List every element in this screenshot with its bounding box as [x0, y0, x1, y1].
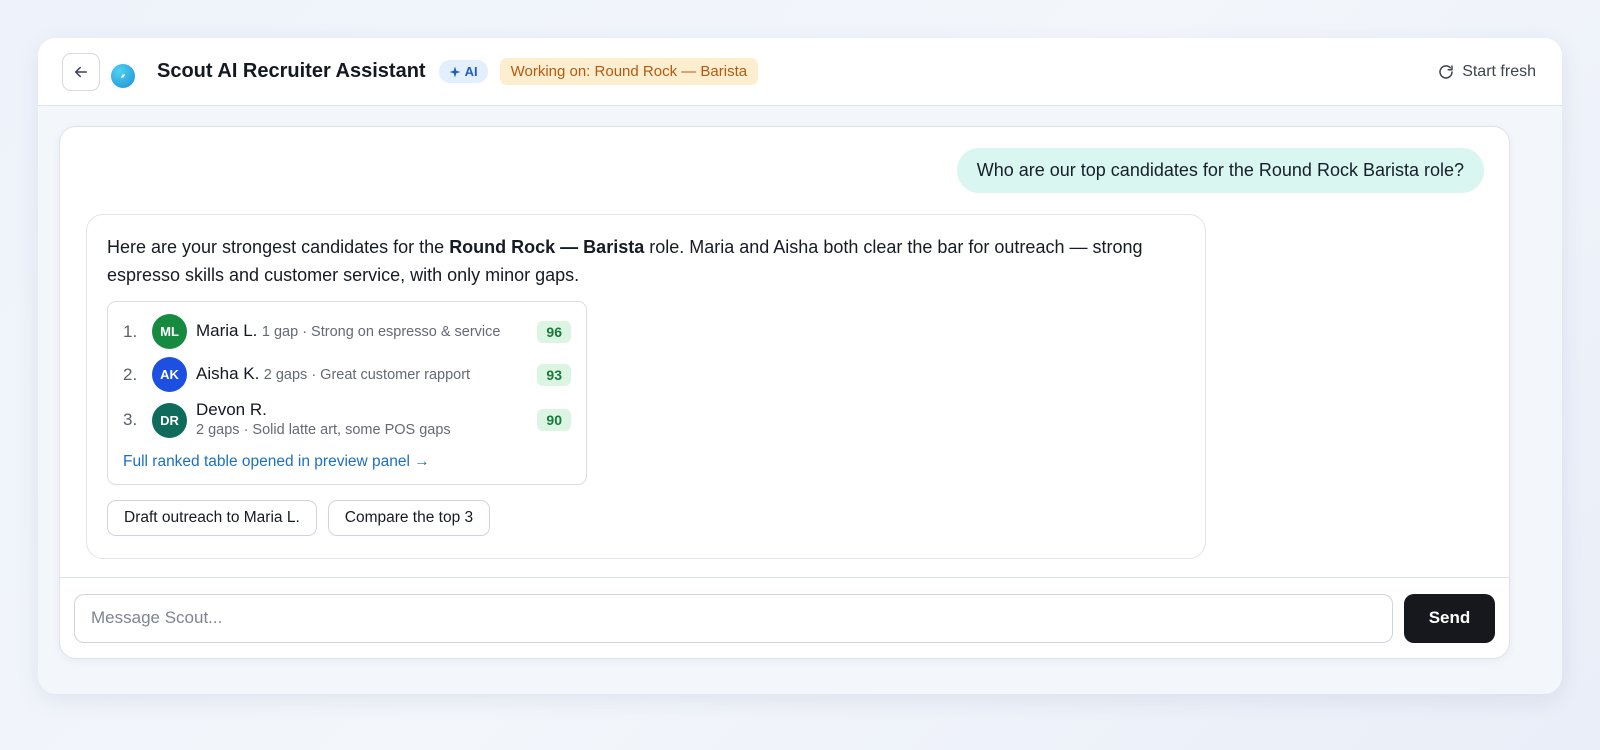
ai-badge: AI — [438, 60, 488, 83]
assistant-text: Here are your strongest candidates for t… — [107, 237, 1143, 285]
start-fresh-label: Start fresh — [1462, 62, 1536, 80]
candidate-meta: 2 gaps · Solid latte art, some POS gaps — [196, 422, 451, 438]
avatar: DR — [152, 402, 187, 438]
full-table-link[interactable]: Full ranked table opened in preview pane… — [123, 453, 571, 471]
candidate-meta: 2 gaps · Great customer rapport — [263, 367, 471, 383]
score-badge: 96 — [537, 320, 571, 343]
candidate-row[interactable]: 2. AK Aisha K. 2 gaps · Great customer r… — [123, 357, 571, 392]
refresh-icon — [1439, 64, 1453, 79]
candidate-name: Aisha K. — [196, 364, 260, 383]
sparkle-icon — [449, 66, 461, 77]
header: Scout AI Recruiter Assistant AI Working … — [38, 38, 1562, 106]
context-badge: Working on: Round Rock — Barista — [499, 58, 759, 85]
score-badge: 90 — [537, 409, 571, 431]
role-name: Round Rock — Barista — [449, 237, 645, 257]
arrow-left-icon — [75, 66, 87, 77]
candidate-name: Maria L. — [196, 321, 258, 340]
candidate-list: 1. ML Maria L. 1 gap · Strong on espress… — [107, 301, 587, 485]
candidate-rank: 3. — [123, 410, 138, 429]
app-window: Scout AI Recruiter Assistant AI Working … — [38, 38, 1562, 694]
candidate-rank: 2. — [123, 364, 138, 384]
start-fresh-button[interactable]: Start fresh — [1437, 63, 1536, 81]
chat-panel: Who are our top candidates for the Round… — [59, 126, 1510, 659]
composer: Send — [60, 577, 1509, 658]
candidate-rank: 1. — [123, 321, 138, 341]
candidate-meta: 1 gap · Strong on espresso & service — [261, 324, 501, 340]
avatar: AK — [152, 357, 187, 392]
suggested-actions: Draft outreach to Maria L. Compare the t… — [107, 500, 1185, 536]
ai-badge-label: AI — [464, 64, 478, 79]
send-button[interactable]: Send — [1404, 593, 1495, 643]
message-input[interactable] — [74, 593, 1393, 643]
compare-top-button[interactable]: Compare the top 3 — [327, 500, 491, 536]
assistant-message: Here are your strongest candidates for t… — [86, 214, 1206, 559]
app-title: Scout AI Recruiter Assistant — [157, 60, 426, 82]
user-message: Who are our top candidates for the Round… — [956, 148, 1484, 193]
candidate-name: Devon R. — [196, 400, 267, 419]
score-badge: 93 — [537, 363, 571, 386]
avatar: ML — [152, 314, 187, 349]
compass-icon — [111, 63, 135, 88]
candidate-row[interactable]: 1. ML Maria L. 1 gap · Strong on espress… — [123, 314, 571, 349]
candidate-row[interactable]: 3. DR Devon R. 2 gaps · Solid latte art,… — [123, 400, 571, 440]
draft-outreach-button[interactable]: Draft outreach to Maria L. — [107, 500, 317, 536]
back-button[interactable] — [62, 52, 100, 91]
